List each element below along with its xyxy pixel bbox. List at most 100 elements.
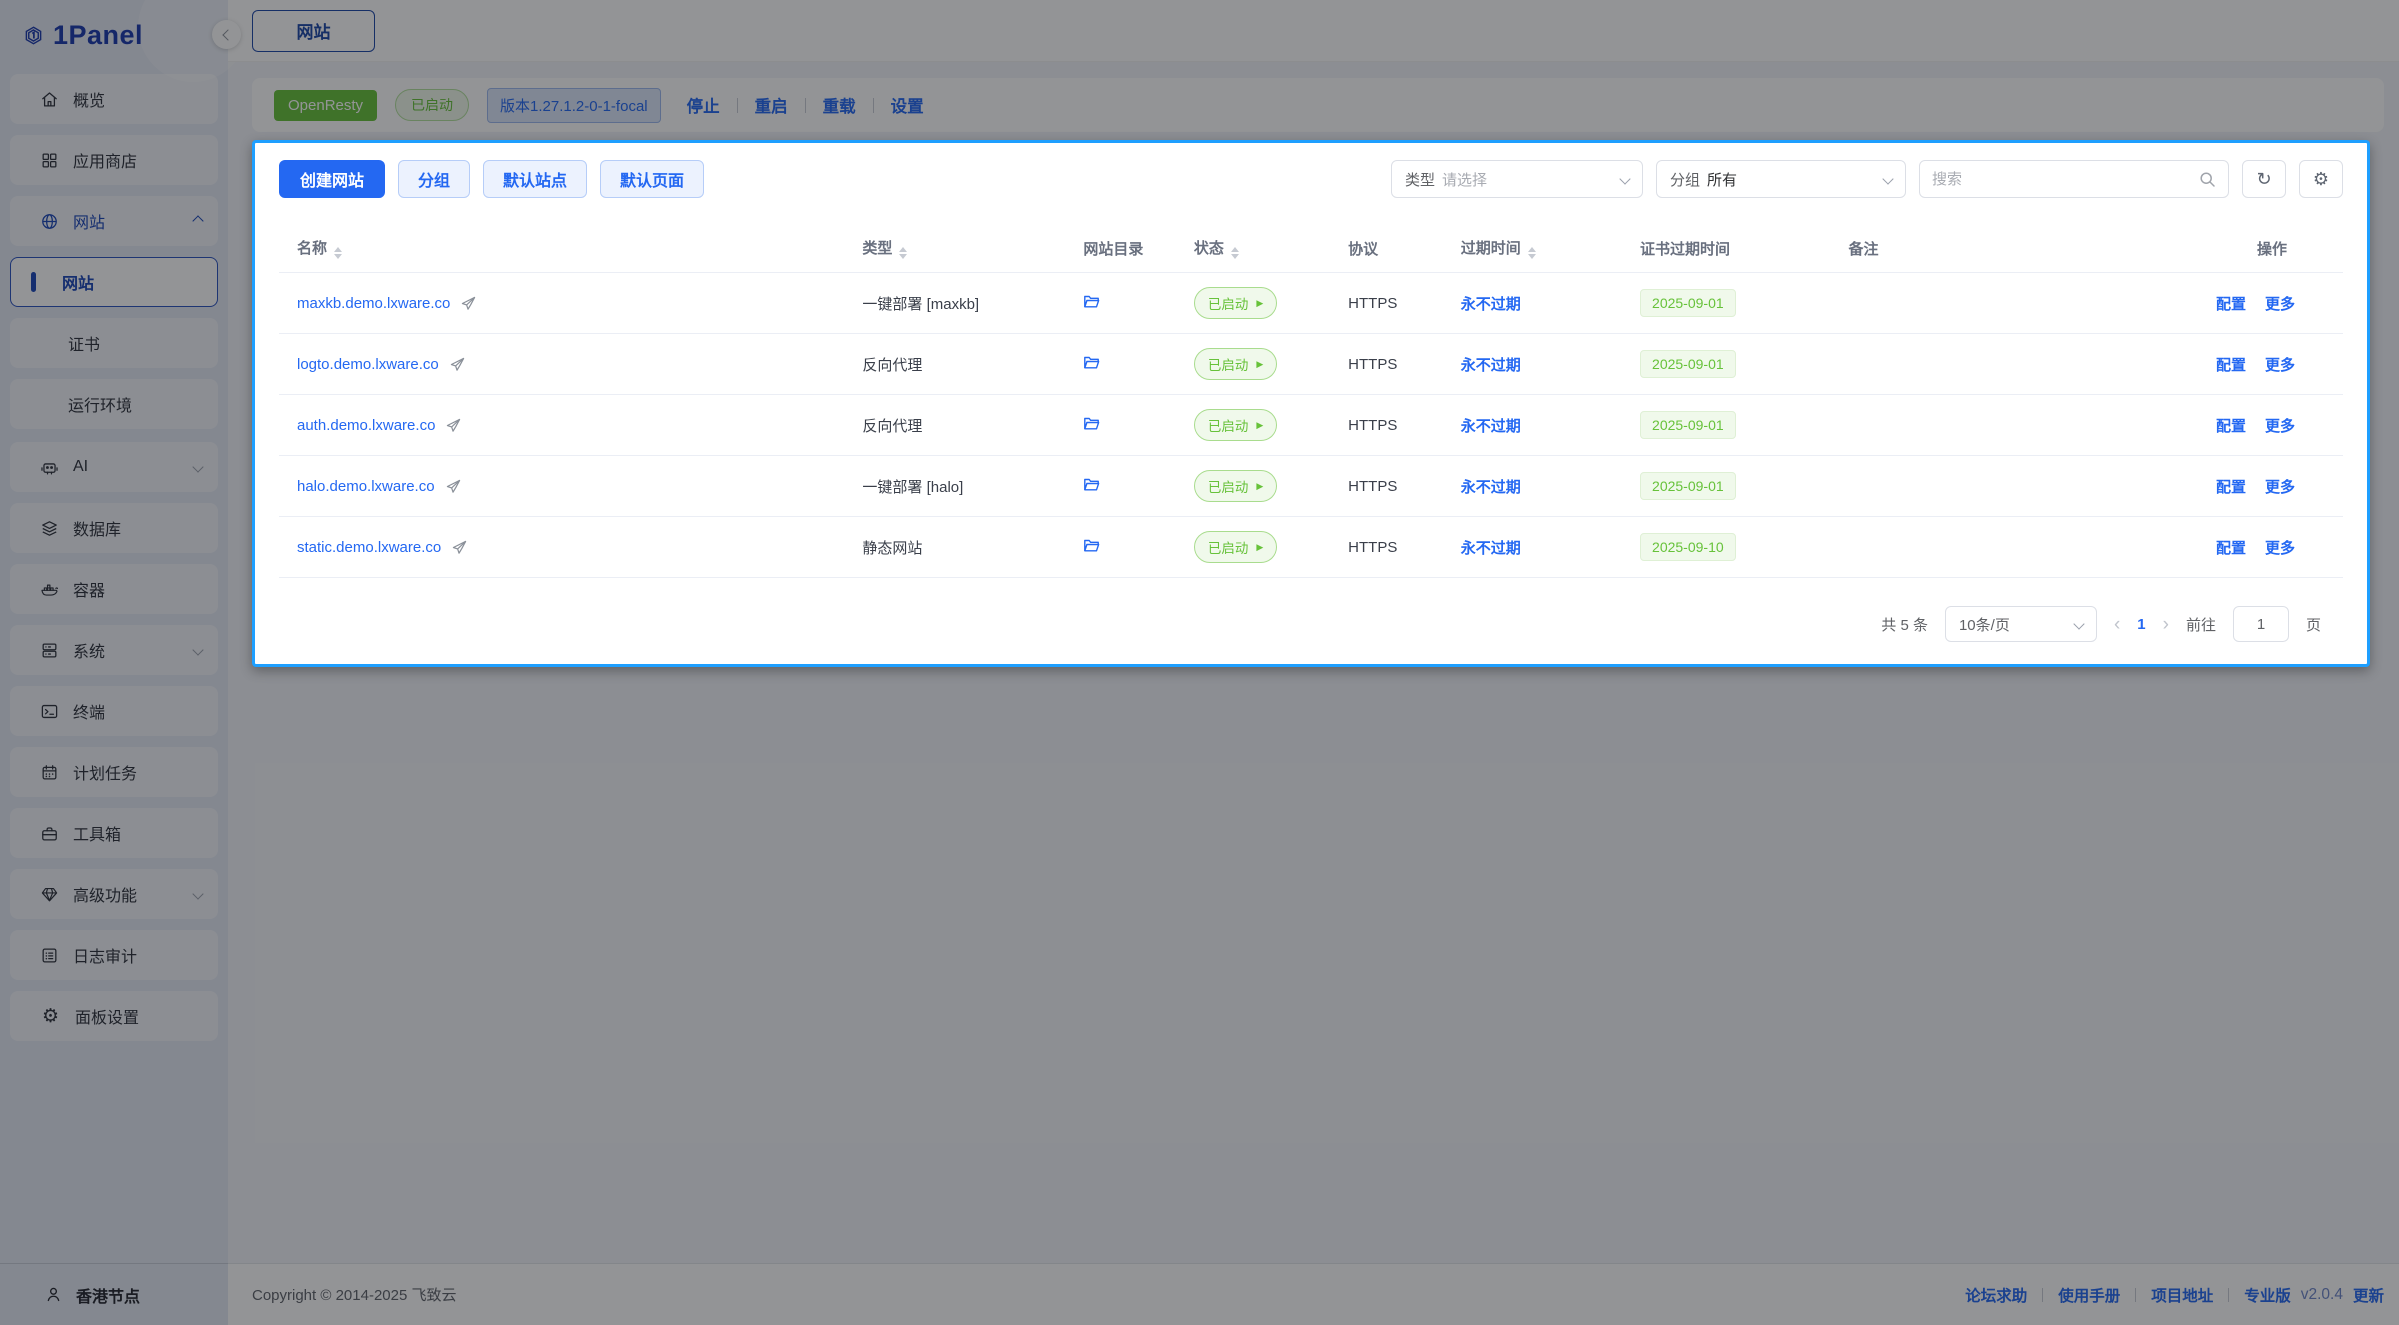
sidebar-item-appstore[interactable]: 应用商店 — [10, 135, 218, 185]
goto-page-input[interactable] — [2233, 606, 2289, 642]
column-settings-button[interactable]: ⚙ — [2299, 160, 2343, 198]
site-name-link[interactable]: auth.demo.lxware.co — [297, 417, 435, 434]
sidebar-item-label: 数据库 — [73, 516, 202, 540]
column-header-expire[interactable]: 过期时间 — [1453, 224, 1632, 273]
play-icon: ▶ — [1256, 543, 1263, 552]
more-link[interactable]: 更多 — [2265, 357, 2295, 374]
site-type: 静态网站 — [854, 517, 1075, 578]
service-version-badge[interactable]: 版本1.27.1.2-0-1-focal — [487, 88, 661, 123]
folder-icon[interactable] — [1083, 415, 1100, 432]
page-number[interactable]: 1 — [2137, 616, 2145, 633]
more-link[interactable]: 更多 — [2265, 418, 2295, 435]
tab-website[interactable]: 网站 — [252, 10, 375, 52]
sidebar-item-database[interactable]: 数据库 — [10, 503, 218, 553]
folder-icon[interactable] — [1083, 354, 1100, 371]
logo[interactable]: 1Panel — [0, 0, 228, 70]
config-link[interactable]: 配置 — [2216, 418, 2246, 435]
sidebar-item-certificate[interactable]: 证书 — [10, 318, 218, 368]
pro-edition-link[interactable]: 专业版 — [2244, 1284, 2291, 1306]
status-badge[interactable]: 已启动▶ — [1194, 348, 1277, 380]
expire-time-link[interactable]: 永不过期 — [1461, 357, 1521, 374]
globe-icon — [40, 212, 59, 231]
sidebar-item-toolbox[interactable]: 工具箱 — [10, 808, 218, 858]
prev-page-button[interactable]: ‹ — [2114, 615, 2120, 634]
sidebar-item-ai[interactable]: AI — [10, 442, 218, 492]
page-size-select[interactable]: 10条/页 — [1945, 606, 2097, 642]
config-link[interactable]: 配置 — [2216, 357, 2246, 374]
next-page-button[interactable]: › — [2163, 615, 2169, 634]
config-link[interactable]: 配置 — [2216, 540, 2246, 557]
group-filter-select[interactable]: 分组 所有 — [1656, 160, 1906, 198]
site-protocol: HTTPS — [1340, 273, 1453, 334]
default-page-button[interactable]: 默认页面 — [600, 160, 704, 198]
status-badge[interactable]: 已启动▶ — [1194, 409, 1277, 441]
folder-icon[interactable] — [1083, 476, 1100, 493]
open-site-icon[interactable] — [461, 296, 476, 311]
sidebar-item-terminal[interactable]: 终端 — [10, 686, 218, 736]
cert-expire-badge: 2025-09-01 — [1640, 411, 1736, 439]
expire-time-link[interactable]: 永不过期 — [1461, 296, 1521, 313]
sidebar-collapse-button[interactable] — [212, 20, 241, 49]
sidebar-item-cronjob[interactable]: 计划任务 — [10, 747, 218, 797]
open-site-icon[interactable] — [452, 540, 467, 555]
stop-button[interactable]: 停止 — [687, 93, 720, 117]
site-type: 反向代理 — [854, 395, 1075, 456]
column-header-name[interactable]: 名称 — [279, 224, 854, 273]
sort-icon — [899, 247, 907, 259]
calendar-icon — [40, 763, 59, 782]
column-header-status[interactable]: 状态 — [1186, 224, 1340, 273]
status-badge[interactable]: 已启动▶ — [1194, 470, 1277, 502]
sidebar-item-advanced[interactable]: 高级功能 — [10, 869, 218, 919]
open-site-icon[interactable] — [446, 479, 461, 494]
forum-help-link[interactable]: 论坛求助 — [1965, 1284, 2027, 1306]
refresh-button[interactable]: ↻ — [2242, 160, 2286, 198]
default-site-button[interactable]: 默认站点 — [483, 160, 587, 198]
table-row: logto.demo.lxware.co 反向代理 已启动▶ HTTPS 永不过… — [279, 334, 2343, 395]
column-header-type[interactable]: 类型 — [854, 224, 1075, 273]
reload-button[interactable]: 重载 — [823, 93, 856, 117]
more-link[interactable]: 更多 — [2265, 540, 2295, 557]
sidebar-item-runtime[interactable]: 运行环境 — [10, 379, 218, 429]
site-name-link[interactable]: maxkb.demo.lxware.co — [297, 295, 450, 312]
divider — [873, 98, 874, 113]
expire-time-link[interactable]: 永不过期 — [1461, 540, 1521, 557]
sidebar-item-container[interactable]: 容器 — [10, 564, 218, 614]
sidebar-item-system[interactable]: 系统 — [10, 625, 218, 675]
more-link[interactable]: 更多 — [2265, 296, 2295, 313]
sidebar-item-website[interactable]: 网站 — [10, 257, 218, 307]
expire-time-link[interactable]: 永不过期 — [1461, 479, 1521, 496]
more-link[interactable]: 更多 — [2265, 479, 2295, 496]
table-header-row: 名称 类型 网站目录 状态 协议 过期时间 证书过期时间 备注 操作 — [279, 224, 2343, 273]
service-status-badge: 已启动 — [395, 89, 469, 121]
site-remark — [1841, 273, 2106, 334]
site-name-link[interactable]: logto.demo.lxware.co — [297, 356, 439, 373]
expire-time-link[interactable]: 永不过期 — [1461, 418, 1521, 435]
project-link[interactable]: 项目地址 — [2151, 1284, 2213, 1306]
config-link[interactable]: 配置 — [2216, 296, 2246, 313]
type-filter-select[interactable]: 类型 请选择 — [1391, 160, 1643, 198]
table-row: static.demo.lxware.co 静态网站 已启动▶ HTTPS 永不… — [279, 517, 2343, 578]
open-site-icon[interactable] — [446, 418, 461, 433]
folder-icon[interactable] — [1083, 293, 1100, 310]
manual-link[interactable]: 使用手册 — [2058, 1284, 2120, 1306]
site-name-link[interactable]: halo.demo.lxware.co — [297, 478, 435, 495]
sidebar-item-website-parent[interactable]: 网站 — [10, 196, 218, 246]
create-website-button[interactable]: 创建网站 — [279, 160, 385, 198]
group-button[interactable]: 分组 — [398, 160, 470, 198]
update-link[interactable]: 更新 — [2353, 1284, 2384, 1306]
robot-icon — [40, 458, 59, 477]
sort-icon — [334, 247, 342, 259]
status-badge[interactable]: 已启动▶ — [1194, 287, 1277, 319]
restart-button[interactable]: 重启 — [755, 93, 788, 117]
open-site-icon[interactable] — [450, 357, 465, 372]
sidebar-item-logs[interactable]: 日志审计 — [10, 930, 218, 980]
status-badge[interactable]: 已启动▶ — [1194, 531, 1277, 563]
site-name-link[interactable]: static.demo.lxware.co — [297, 539, 441, 556]
node-selector[interactable]: 香港节点 — [0, 1263, 228, 1325]
sidebar-item-panel-settings[interactable]: ⚙ 面板设置 — [10, 991, 218, 1041]
config-link[interactable]: 配置 — [2216, 479, 2246, 496]
search-input[interactable] — [1932, 171, 2199, 188]
settings-button[interactable]: 设置 — [891, 93, 924, 117]
copyright-text: Copyright © 2014-2025 飞致云 — [252, 1284, 457, 1305]
folder-icon[interactable] — [1083, 537, 1100, 554]
